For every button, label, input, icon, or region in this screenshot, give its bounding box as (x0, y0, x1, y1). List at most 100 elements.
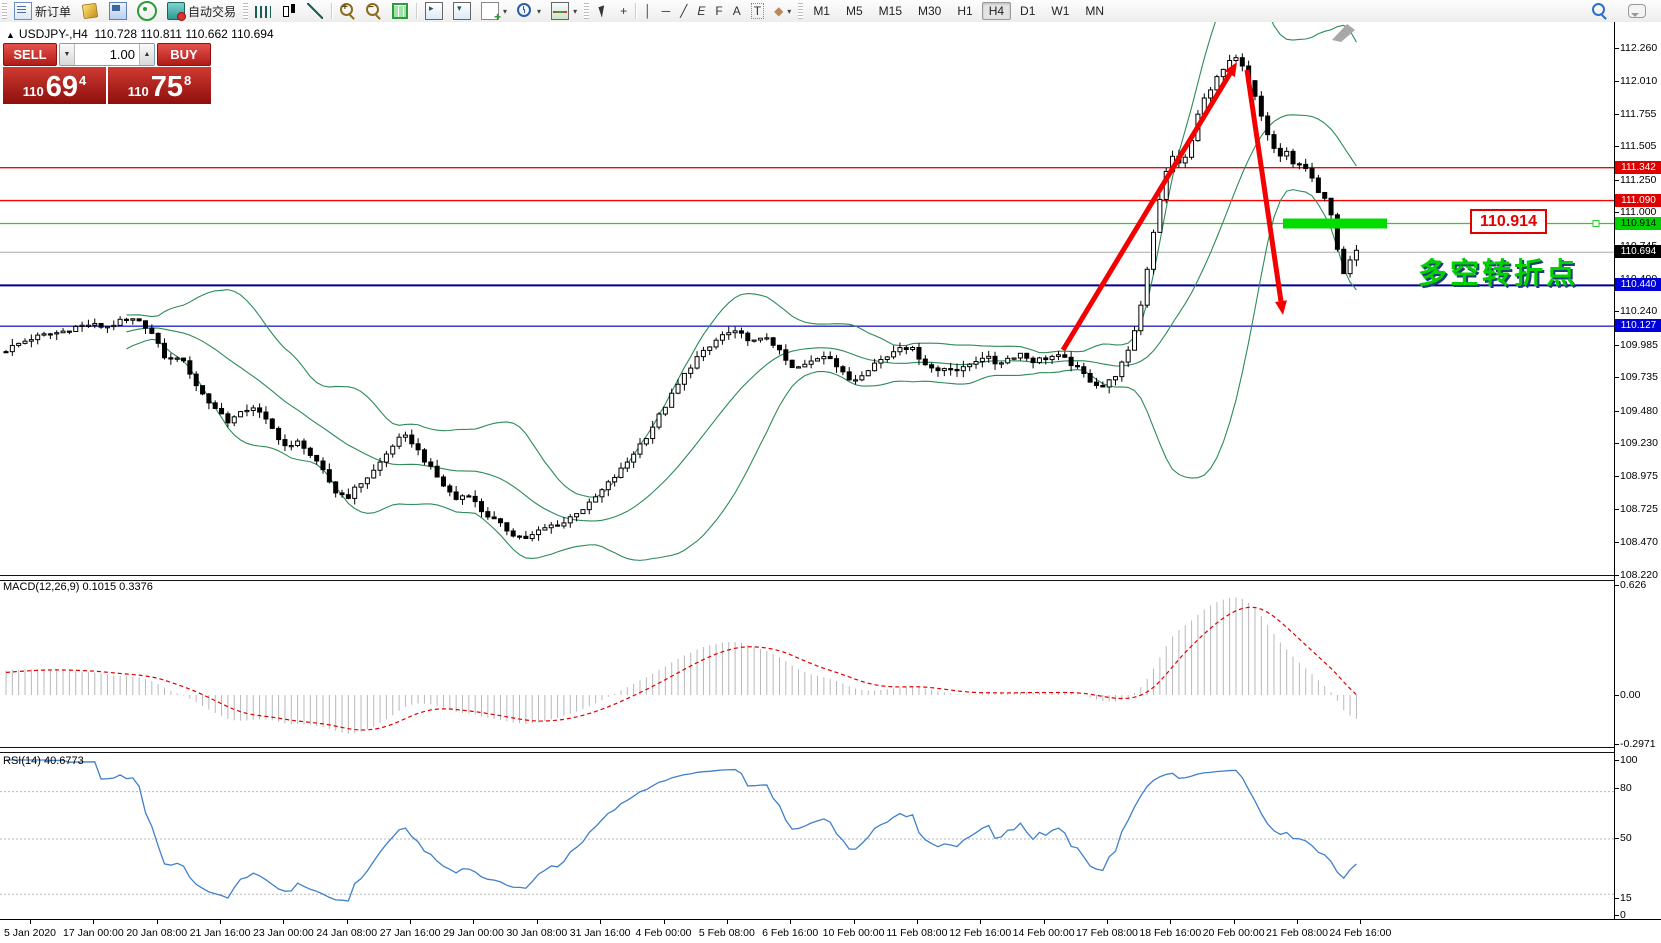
candle-body (1037, 358, 1041, 363)
candle-body (486, 512, 490, 517)
time-tick-label: 30 Jan 08:00 (506, 927, 567, 939)
volume-increase-button[interactable]: ▲ (139, 44, 154, 65)
market-watch-button[interactable] (104, 1, 132, 21)
candle-body (1291, 151, 1295, 163)
candle-body (917, 347, 921, 359)
price-pane[interactable] (0, 22, 1614, 575)
volume-stepper: ▼ 1.00 ▲ (59, 43, 155, 66)
candle-body (251, 408, 255, 411)
tab-timeframe-M1[interactable]: M1 (806, 2, 837, 20)
up-trend-arrow[interactable] (1063, 74, 1230, 350)
candle-body (270, 419, 274, 428)
candle-body (454, 492, 458, 499)
separator (331, 3, 332, 19)
candle-body (1139, 305, 1143, 331)
candle-body (1272, 135, 1276, 149)
fibonacci-tool-button[interactable]: F (710, 1, 727, 21)
community-chat-button[interactable] (1623, 1, 1651, 21)
candle-body (340, 493, 344, 495)
buy-price[interactable]: 110 75 8 (108, 67, 211, 104)
signals-button[interactable] (132, 1, 162, 21)
turning-point-annotation[interactable]: 多空转折点 (1418, 250, 1578, 292)
callout-anchor-handle[interactable] (1593, 221, 1599, 227)
search-button[interactable] (1587, 1, 1613, 21)
price-axis[interactable]: 112.260112.010111.755111.505111.250111.0… (1614, 22, 1661, 919)
periods-button[interactable]: ▾ (512, 1, 546, 21)
hline-tool-button[interactable]: ─ (657, 1, 676, 21)
profiles-button[interactable] (76, 1, 104, 21)
chart-area[interactable]: ▲USDJPY-,H4 110.728 110.811 110.662 110.… (0, 22, 1661, 919)
candle-body (1259, 96, 1263, 116)
bb-lower[interactable] (126, 190, 1356, 561)
line-chart-icon (307, 3, 323, 19)
indicators-button[interactable]: ▾ (476, 1, 512, 21)
candle-body (99, 323, 103, 327)
candlestick-button[interactable] (276, 1, 302, 21)
volume-input[interactable]: 1.00 (75, 44, 139, 65)
auto-trading-icon (167, 2, 185, 20)
candle-body (758, 338, 762, 340)
highlight-bar[interactable] (1283, 219, 1387, 229)
tab-timeframe-M15[interactable]: M15 (872, 2, 909, 20)
auto-trading-button[interactable]: 自动交易 (162, 1, 241, 21)
candle-body (784, 350, 788, 360)
candle-body (492, 517, 496, 519)
cursor-tool-button[interactable] (591, 1, 615, 21)
tab-timeframe-H4[interactable]: H4 (982, 2, 1011, 20)
tab-timeframe-MN[interactable]: MN (1078, 2, 1111, 20)
vline-tool-button[interactable]: │ (639, 1, 657, 21)
buy-button[interactable]: BUY (157, 43, 211, 66)
macd-pane[interactable] (0, 579, 1614, 747)
tab-timeframe-M5[interactable]: M5 (839, 2, 870, 20)
auto-scroll-button[interactable] (420, 1, 448, 21)
hline-icon: ─ (662, 4, 671, 18)
new-order-button[interactable]: 新订单 (9, 1, 76, 21)
time-tick (93, 920, 94, 924)
sell-price[interactable]: 110 69 4 (3, 67, 106, 104)
sell-button[interactable]: SELL (3, 43, 57, 66)
tile-windows-icon (392, 3, 408, 19)
tab-timeframe-W1[interactable]: W1 (1044, 2, 1076, 20)
tab-timeframe-D1[interactable]: D1 (1013, 2, 1042, 20)
arrows-tool-button[interactable]: ◆▾ (769, 1, 796, 21)
price-callout-box[interactable]: 110.914 (1470, 209, 1547, 234)
panel-collapse-icon[interactable]: ▲ (6, 30, 15, 40)
crosshair-tool-button[interactable]: + (615, 1, 632, 21)
time-tick (537, 920, 538, 924)
candle-body (1354, 250, 1358, 260)
candle-body (1221, 69, 1225, 76)
candle-body (1316, 178, 1320, 192)
line-chart-button[interactable] (302, 1, 328, 21)
volume-decrease-button[interactable]: ▼ (60, 44, 75, 65)
down-trend-arrow[interactable] (1247, 70, 1281, 301)
bar-chart-button[interactable] (250, 1, 276, 21)
templates-button[interactable]: ▾ (546, 1, 582, 21)
price-tick-label: 112.010 (1620, 75, 1657, 87)
zoom-out-button[interactable]: − (361, 1, 387, 21)
time-axis[interactable]: 5 Jan 202017 Jan 00:0020 Jan 08:0021 Jan… (0, 919, 1661, 943)
candle-body (105, 327, 109, 328)
chart-shift-icon (453, 2, 471, 20)
chat-icon (1628, 4, 1646, 18)
label-tool-button[interactable]: T (746, 1, 769, 21)
macd-tick-label: 0.626 (1620, 579, 1646, 591)
rsi-line[interactable] (6, 760, 1356, 901)
toolbar-grip[interactable] (2, 3, 7, 19)
trendline-tool-button[interactable]: ╱ (675, 1, 692, 21)
channel-tool-button[interactable]: E (692, 1, 710, 21)
chart-shift-button[interactable] (448, 1, 476, 21)
bb-middle[interactable] (126, 115, 1356, 521)
label-icon: T (751, 3, 764, 19)
tile-windows-button[interactable] (387, 1, 413, 21)
candle-body (296, 441, 300, 445)
buy-price-big: 75 (151, 73, 183, 102)
time-tick (220, 920, 221, 924)
tab-timeframe-H1[interactable]: H1 (950, 2, 979, 20)
text-tool-button[interactable]: A (728, 1, 746, 21)
bb-upper[interactable] (126, 22, 1356, 497)
time-tick (600, 920, 601, 924)
tab-timeframe-M30[interactable]: M30 (911, 2, 948, 20)
rsi-pane[interactable] (0, 751, 1614, 919)
zoom-in-button[interactable]: + (335, 1, 361, 21)
candle-body (1114, 377, 1118, 380)
